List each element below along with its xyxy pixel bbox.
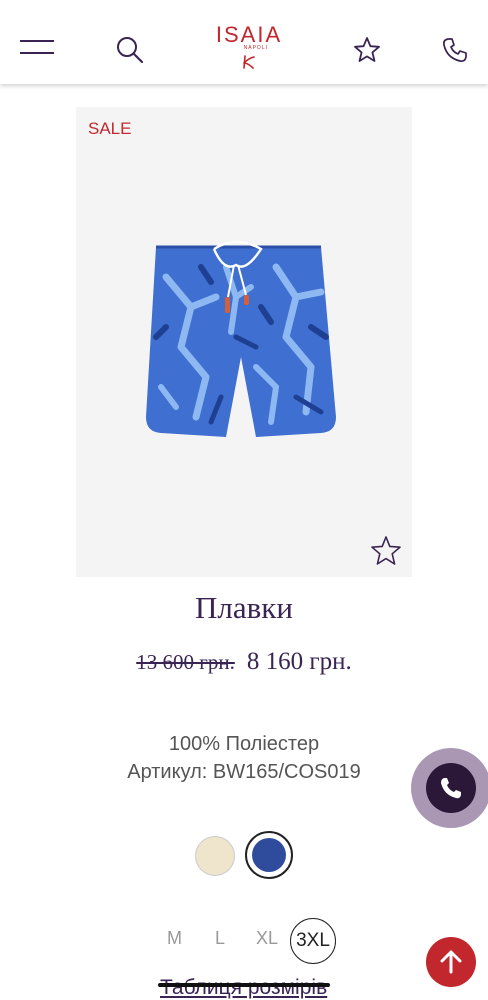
home-indicator-bar: [158, 983, 330, 987]
menu-icon[interactable]: [20, 40, 56, 54]
brand-name: ISAIA: [215, 22, 283, 47]
product-material: 100% Поліестер: [168, 733, 320, 755]
product-image-swim-shorts: [136, 237, 346, 457]
product-title: Плавки: [195, 590, 293, 625]
favorites-star-icon[interactable]: [353, 36, 381, 64]
color-swatch-blue-selected[interactable]: [245, 831, 293, 879]
scroll-to-top-button[interactable]: [426, 937, 476, 987]
call-button[interactable]: [411, 748, 488, 828]
brand-mark-icon: [204, 55, 294, 74]
color-swatch-blue-fill: [252, 838, 286, 872]
sale-badge: SALE: [88, 119, 132, 138]
search-icon[interactable]: [116, 36, 144, 64]
header: ISAIA NAPOLI: [0, 0, 488, 84]
size-option-xl[interactable]: XL: [256, 928, 278, 949]
size-option-l[interactable]: L: [215, 928, 225, 949]
size-option-m[interactable]: M: [167, 928, 182, 949]
add-to-favorites-star-icon[interactable]: [370, 535, 402, 567]
phone-icon[interactable]: [441, 36, 469, 64]
call-button-inner: [426, 763, 476, 813]
product-image-card[interactable]: SALE: [76, 107, 412, 577]
color-swatch-beige[interactable]: [195, 836, 235, 876]
size-selector: M L XL 3XL: [0, 918, 488, 964]
arrow-up-icon: [440, 950, 462, 974]
size-option-3xl-selected[interactable]: 3XL: [290, 918, 336, 964]
price-row: 13 600 грн. 8 160 грн.: [0, 648, 488, 676]
old-price: 13 600 грн.: [136, 650, 235, 674]
phone-fab-icon: [441, 778, 461, 799]
size-chart-link[interactable]: Таблиця розмірів: [160, 976, 327, 1000]
sale-price: 8 160 грн.: [246, 648, 352, 675]
brand-logo[interactable]: ISAIA NAPOLI: [204, 24, 294, 78]
